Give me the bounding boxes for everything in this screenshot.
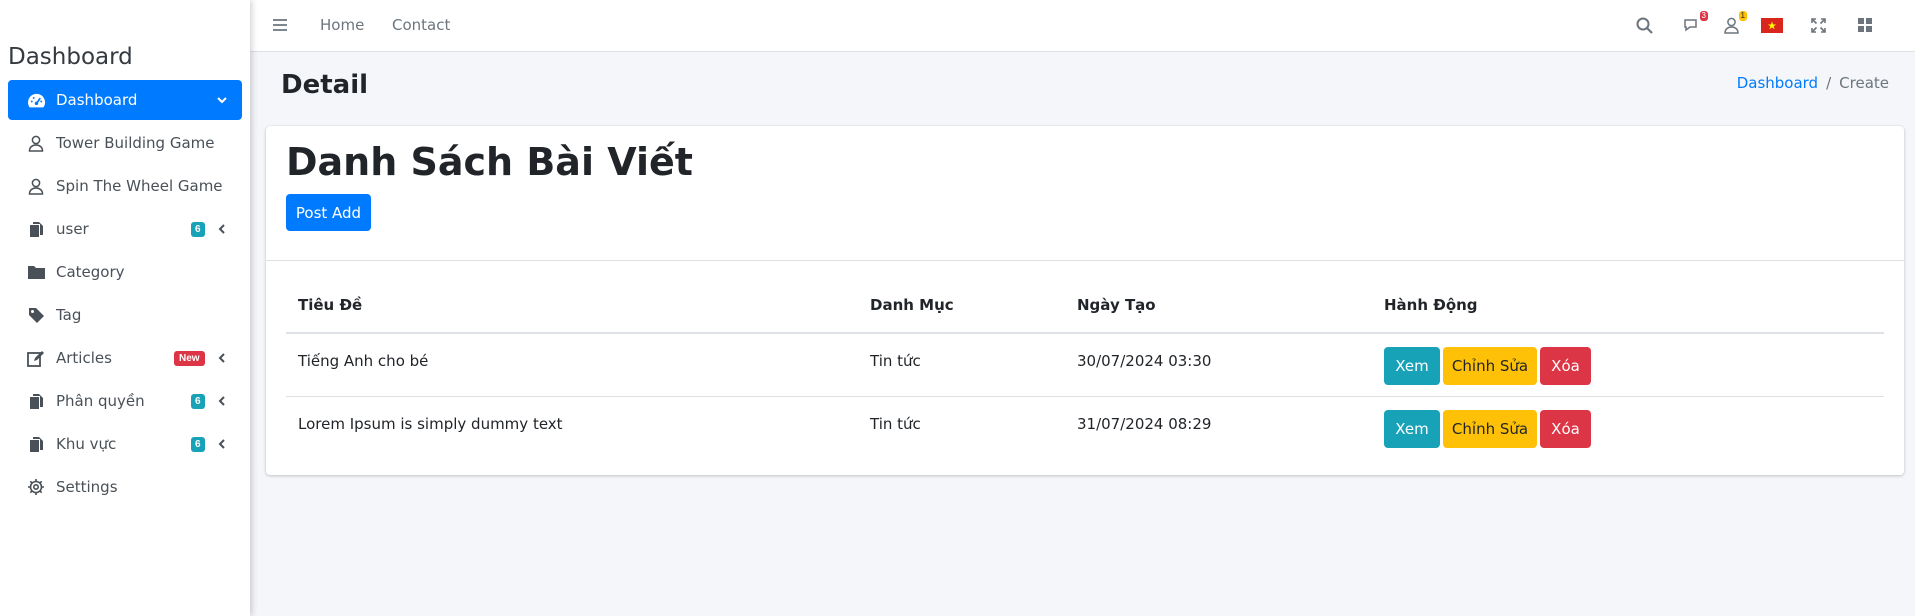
copy-icon	[26, 435, 46, 453]
sidebar-item-label: Spin The Wheel Game	[56, 177, 223, 195]
post-add-button[interactable]: Post Add	[286, 194, 371, 231]
sidebar-item-tag[interactable]: Tag	[8, 295, 242, 335]
sidebar-item-label: Dashboard	[56, 91, 138, 109]
sidebar-item-settings[interactable]: Settings	[8, 467, 242, 507]
column-header-actions: Hành Động	[1372, 278, 1884, 334]
cell-title: Lorem Ipsum is simply dummy text	[298, 414, 563, 433]
tag-icon	[26, 306, 46, 324]
row-actions: Xem Chỉnh Sửa Xóa	[1384, 347, 1884, 390]
sidebar-item-category[interactable]: Category	[8, 252, 242, 292]
cell-title: Tiếng Anh cho bé	[286, 333, 858, 397]
breadcrumb-home-link[interactable]: Dashboard	[1737, 74, 1818, 92]
card-header: Danh Sách Bài Viết Post Add	[266, 126, 1904, 261]
view-button[interactable]: Xem	[1384, 409, 1440, 448]
count-badge: 6	[191, 222, 205, 237]
sidebar-item-label: user	[56, 220, 89, 238]
chevron-left-icon	[216, 222, 228, 236]
copy-icon	[26, 392, 46, 410]
cell-actions: Xem Chỉnh Sửa Xóa	[1372, 396, 1884, 459]
sidebar-item-label: Tower Building Game	[56, 134, 215, 152]
table-row: Tiếng Anh cho bé Tin tức 30/07/2024 03:3…	[286, 333, 1884, 397]
posts-table: Tiêu Đề Danh Mục Ngày Tạo Hành Động Tiến…	[286, 278, 1884, 459]
search-icon[interactable]	[1633, 14, 1655, 36]
column-header-category[interactable]: Danh Mục	[858, 278, 1065, 334]
vietnam-flag-icon[interactable]	[1761, 14, 1783, 36]
breadcrumb-current: Create	[1839, 74, 1889, 92]
sidebar-item-khu-vuc[interactable]: Khu vực 6	[8, 424, 242, 464]
chevron-left-icon	[216, 394, 228, 408]
user-icon	[26, 177, 46, 195]
sidebar-item-label: Phân quyền	[56, 392, 145, 410]
delete-button[interactable]: Xóa	[1540, 347, 1591, 385]
sidebar-item-articles[interactable]: Articles New	[8, 338, 242, 378]
cell-actions: Xem Chỉnh Sửa Xóa	[1372, 333, 1884, 397]
sidebar-item-phan-quyen[interactable]: Phân quyền 6	[8, 381, 242, 421]
sidebar-item-label: Khu vực	[56, 435, 117, 453]
edit-button[interactable]: Chỉnh Sửa	[1443, 347, 1537, 385]
sidebar-item-label: Articles	[56, 349, 112, 367]
nav-link-contact[interactable]: Contact	[392, 16, 450, 34]
fullscreen-icon[interactable]	[1807, 14, 1829, 36]
sidebar-item-dashboard[interactable]: Dashboard	[8, 80, 242, 120]
table-header-row: Tiêu Đề Danh Mục Ngày Tạo Hành Động	[286, 278, 1884, 334]
breadcrumb: Dashboard / Create	[1737, 74, 1889, 92]
notifications-badge: 1	[1738, 11, 1747, 21]
column-header-created[interactable]: Ngày Tạo	[1065, 278, 1372, 334]
page-title: Detail	[281, 70, 369, 100]
cell-created: 30/07/2024 03:30	[1065, 333, 1372, 397]
folder-icon	[26, 263, 46, 281]
count-badge: 6	[191, 394, 205, 409]
sidebar: Dashboard Dashboard Tower Building Game …	[0, 0, 250, 616]
edit-icon	[26, 349, 46, 367]
chevron-left-icon	[216, 437, 228, 451]
card-title: Danh Sách Bài Viết	[286, 140, 693, 184]
nav-link-home[interactable]: Home	[320, 16, 364, 34]
messages-badge: 3	[1699, 11, 1708, 21]
sidebar-item-label: Tag	[56, 306, 82, 324]
chevron-down-icon	[216, 93, 228, 107]
breadcrumb-separator: /	[1826, 74, 1832, 92]
grid-apps-icon[interactable]	[1854, 14, 1876, 36]
sidebar-item-user[interactable]: user 6	[8, 209, 242, 249]
sidebar-nav: Dashboard Tower Building Game Spin The W…	[8, 80, 242, 510]
sidebar-item-label: Category	[56, 263, 125, 281]
delete-button[interactable]: Xóa	[1540, 409, 1591, 448]
notifications-icon[interactable]: 1	[1720, 11, 1747, 36]
cell-created: 31/07/2024 08:29	[1077, 414, 1212, 433]
row-actions: Xem Chỉnh Sửa Xóa	[1384, 409, 1884, 453]
messages-icon[interactable]: 3	[1681, 11, 1708, 36]
sidebar-item-label: Settings	[56, 478, 118, 496]
edit-button[interactable]: Chỉnh Sửa	[1443, 409, 1537, 448]
column-header-title[interactable]: Tiêu Đề	[286, 278, 858, 334]
sidebar-item-tower-building-game[interactable]: Tower Building Game	[8, 123, 242, 163]
copy-icon	[26, 220, 46, 238]
cell-category: Tin tức	[858, 333, 1065, 397]
tachometer-icon	[26, 91, 46, 109]
hamburger-menu-icon[interactable]	[272, 17, 288, 33]
gear-icon	[26, 478, 46, 496]
new-badge: New	[174, 351, 205, 366]
top-navbar: Home Contact 3 1	[250, 0, 1915, 52]
cell-category: Tin tức	[870, 414, 921, 433]
sidebar-item-spin-the-wheel-game[interactable]: Spin The Wheel Game	[8, 166, 242, 206]
chevron-left-icon	[216, 351, 228, 365]
count-badge: 6	[191, 437, 205, 452]
user-icon	[26, 134, 46, 152]
table-row: Lorem Ipsum is simply dummy text Tin tức…	[286, 396, 1884, 459]
posts-card: Danh Sách Bài Viết Post Add Tiêu Đề Danh…	[266, 126, 1904, 475]
view-button[interactable]: Xem	[1384, 347, 1440, 385]
sidebar-brand[interactable]: Dashboard	[8, 44, 133, 70]
